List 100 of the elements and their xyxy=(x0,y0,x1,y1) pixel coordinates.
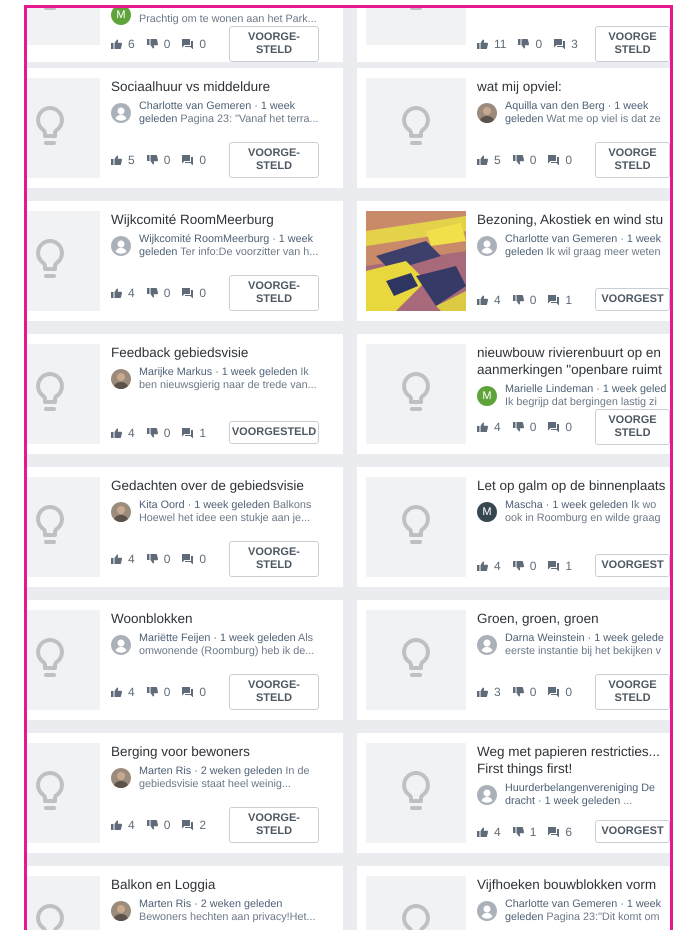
idea-card[interactable]: wat mij opviel: Aquilla van den Berg · 1 week geleden Wat me op viel is dat ze 5 0 0 VOORGE STELD xyxy=(357,68,670,188)
avatar-icon: M xyxy=(477,502,497,522)
post-byline: Marten Ris · 2 weken geleden Bewoners hechten aan privacy!Het... xyxy=(139,898,316,924)
comment-count: 0 xyxy=(565,153,572,167)
status-button[interactable]: VOORGE STELD xyxy=(595,674,670,710)
idea-card[interactable]: Balkon en Loggia Marten Ris · 2 weken geleden Bewoners hechten aan privacy!Het... xyxy=(27,866,343,930)
idea-title[interactable]: Feedback gebiedsvisie xyxy=(111,344,333,361)
post-byline: Prachtig om te wonen aan het Park... xyxy=(139,13,317,26)
dislike-count: 0 xyxy=(530,685,536,699)
dislike-count: 0 xyxy=(164,426,170,440)
comment-count: 0 xyxy=(199,552,206,566)
post-byline: Kita Oord · 1 week geleden Balkons Hoewel het idee een stukje aan je... xyxy=(139,499,312,525)
idea-card[interactable]: Sociaalhuur vs middeldure Charlotte van Gemeren · 1 week geleden Pagina 23: "Vanaf het terra... 5 0 0 VOORGE-STELD xyxy=(27,68,343,188)
like-count: 5 xyxy=(494,153,501,167)
status-button[interactable]: VOORGEST xyxy=(595,554,670,577)
status-button[interactable]: VOORGEST xyxy=(595,288,670,311)
comment-count: 3 xyxy=(571,37,578,51)
status-button[interactable]: VOORGE STELD xyxy=(595,142,670,178)
idea-card[interactable]: Let op galm op de binnenplaats M Mascha · 1 week geleden Ik wo ook in Roomburg en wilde graag 4 0 1 VOORGEST xyxy=(357,467,670,587)
comment-count: 6 xyxy=(565,824,572,838)
post-byline: Aquilla van den Berg · 1 week geleden Wat me op viel is dat ze xyxy=(505,100,661,126)
like-count: 4 xyxy=(128,818,135,832)
idea-title[interactable]: Sociaalhuur vs middeldure xyxy=(111,78,333,95)
like-count: 4 xyxy=(494,292,501,306)
idea-card[interactable]: Vijfhoeken bouwblokken vorm Charlotte van Gemeren · 1 week geleden Pagina 23:"Dit komt om xyxy=(357,866,670,930)
status-button[interactable]: VOORGEST xyxy=(595,820,670,843)
dislike-count: 0 xyxy=(164,37,170,51)
idea-card[interactable]: M Prachtig om te wonen aan het Park... 6 0 0 VOORGE-STELD xyxy=(27,8,343,62)
status-button[interactable]: VOORGE-STELD xyxy=(229,674,319,710)
dislike-count: 0 xyxy=(164,685,170,699)
like-count: 4 xyxy=(128,426,135,440)
idea-card[interactable]: nieuwbouw rivierenbuurt op en aanmerkingen "openbare ruimt M Marielle Lindeman · 1 week geled Ik begrijp dat bergingen lastig zi 4 0 0 VOORGE STELD xyxy=(357,334,670,454)
idea-card[interactable]: Groen, groen, groen Darna Weinstein · 1 week gelede eerste instantie bij het bekijken v 3 0 0 VOORGE STELD xyxy=(357,600,670,720)
idea-card[interactable]: Bezoning, Akostiek en wind stu Charlotte van Gemeren · 1 week geleden Ik wil graag meer weten 4 0 1 VOORGEST xyxy=(357,201,670,321)
dislike-count: 0 xyxy=(164,286,170,300)
dislike-count: 0 xyxy=(530,558,536,572)
comment-count: 0 xyxy=(199,153,206,167)
post-byline: Huurderbelangenvereniging De dracht · 1 week geleden ... xyxy=(505,782,656,808)
idea-card[interactable]: 11 0 3 VOORGE STELD xyxy=(357,8,670,62)
idea-title[interactable]: wat mij opviel: xyxy=(477,78,670,95)
idea-title[interactable]: Let op galm op de binnenplaats xyxy=(477,477,670,494)
idea-title[interactable]: Woonblokken xyxy=(111,610,333,627)
idea-title[interactable]: Berging voor bewoners xyxy=(111,743,333,760)
like-count: 4 xyxy=(128,685,135,699)
avatar-icon: M xyxy=(477,386,497,406)
idea-card[interactable]: Woonblokken Mariëtte Feijen · 1 week geleden Als omwonende (Roomburg) heb ik de... 4 0 0 VOORGE-STELD xyxy=(27,600,343,720)
dislike-count: 0 xyxy=(530,153,536,167)
like-count: 5 xyxy=(128,153,135,167)
status-button[interactable]: VOORGE-STELD xyxy=(229,807,319,843)
status-button[interactable]: VOORGESTELD xyxy=(229,421,319,444)
status-button[interactable]: VOORGE-STELD xyxy=(229,275,319,311)
status-button[interactable]: VOORGE-STELD xyxy=(229,26,319,62)
status-button[interactable]: VOORGE-STELD xyxy=(229,541,319,577)
idea-card[interactable]: Wijkcomité RoomMeerburg Wijkcomité RoomMeerburg · 1 week geleden Ter info:De voorzitter van h... 4 0 0 VOORGE-STELD xyxy=(27,201,343,321)
like-count: 6 xyxy=(128,37,135,51)
comment-count: 2 xyxy=(199,818,206,832)
post-byline: Marijke Markus · 1 week geleden Ik ben nieuwsgierig naar de trede van... xyxy=(139,366,317,392)
post-byline: Mascha · 1 week geleden Ik wo ook in Roomburg en wilde graag xyxy=(505,499,660,525)
dislike-count: 0 xyxy=(164,818,170,832)
status-button[interactable]: VOORGE STELD xyxy=(595,409,670,445)
post-byline: Mariëtte Feijen · 1 week geleden Als omwonende (Roomburg) heb ik de... xyxy=(139,632,314,658)
like-count: 4 xyxy=(494,824,501,838)
like-count: 4 xyxy=(494,420,501,434)
comment-count: 0 xyxy=(199,37,206,51)
idea-title[interactable]: Groen, groen, groen xyxy=(477,610,670,627)
comment-count: 0 xyxy=(565,420,572,434)
post-byline: Wijkcomité RoomMeerburg · 1 week geleden Ter info:De voorzitter van h... xyxy=(139,233,318,259)
avatar-icon: M xyxy=(111,8,131,25)
idea-card[interactable]: Weg met papieren restricties... First things first! Huurderbelangenvereniging De dracht · 1 week geleden ... 4 1 6 VOORGEST xyxy=(357,733,670,853)
idea-card[interactable]: Berging voor bewoners Marten Ris · 2 weken geleden In de gebiedsvisie staat heel weinig... 4 0 2 VOORGE-STELD xyxy=(27,733,343,853)
post-byline: Charlotte van Gemeren · 1 week geleden Ik wil graag meer weten xyxy=(505,233,662,259)
idea-title[interactable]: Balkon en Loggia xyxy=(111,876,333,893)
like-count: 11 xyxy=(494,37,506,51)
like-count: 4 xyxy=(494,558,501,572)
idea-title[interactable]: Weg met papieren restricties... First things first! xyxy=(477,743,670,777)
idea-title[interactable]: nieuwbouw rivierenbuurt op en aanmerkingen "openbare ruimt xyxy=(477,344,670,378)
post-byline: Charlotte van Gemeren · 1 week geleden Pagina 23:"Dit komt om xyxy=(505,898,662,924)
comment-count: 1 xyxy=(199,426,206,440)
idea-title[interactable]: Wijkcomité RoomMeerburg xyxy=(111,211,333,228)
status-button[interactable]: VOORGE-STELD xyxy=(229,142,319,178)
idea-card[interactable]: Gedachten over de gebiedsvisie Kita Oord · 1 week geleden Balkons Hoewel het idee een stukje aan je... 4 0 0 VOORGE-STELD xyxy=(27,467,343,587)
post-byline: Marielle Lindeman · 1 week geled Ik begrijp dat bergingen lastig zi xyxy=(505,383,666,409)
comment-count: 1 xyxy=(565,292,572,306)
idea-title[interactable]: Gedachten over de gebiedsvisie xyxy=(111,477,333,494)
dislike-count: 0 xyxy=(530,420,536,434)
idea-title[interactable]: Vijfhoeken bouwblokken vorm xyxy=(477,876,670,893)
like-count: 3 xyxy=(494,685,501,699)
comment-count: 1 xyxy=(565,558,572,572)
dislike-count: 0 xyxy=(164,552,170,566)
idea-title[interactable]: Bezoning, Akostiek en wind stu xyxy=(477,211,670,228)
like-count: 4 xyxy=(128,286,135,300)
comment-count: 0 xyxy=(199,685,206,699)
idea-card[interactable]: Feedback gebiedsvisie Marijke Markus · 1 week geleden Ik ben nieuwsgierig naar de trede van... 4 0 1 VOORGESTELD xyxy=(27,334,343,454)
status-button[interactable]: VOORGE STELD xyxy=(595,26,670,62)
dislike-count: 0 xyxy=(164,153,170,167)
comment-count: 0 xyxy=(565,685,572,699)
like-count: 4 xyxy=(128,552,135,566)
dislike-count: 1 xyxy=(530,824,536,838)
dislike-count: 0 xyxy=(535,37,542,51)
dislike-count: 0 xyxy=(530,292,536,306)
